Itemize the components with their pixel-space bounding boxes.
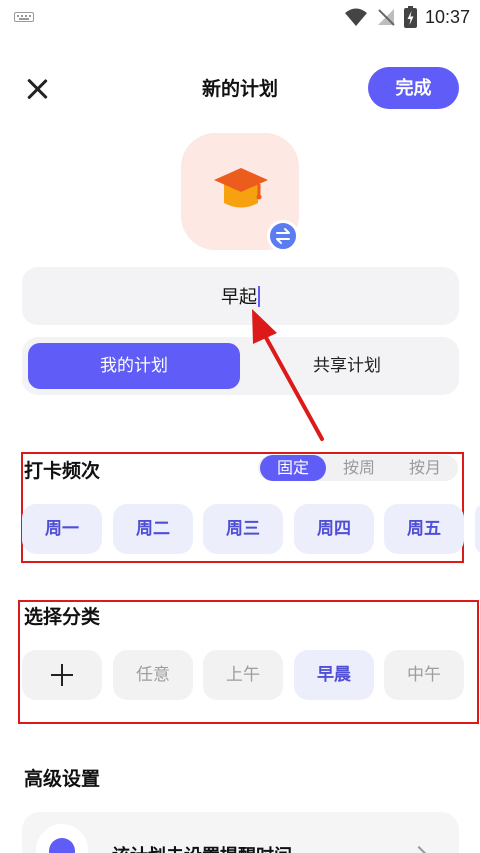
mode-monthly[interactable]: 按月	[392, 455, 458, 481]
chevron-right-icon	[411, 845, 427, 853]
day-chip-thu[interactable]: 周四	[294, 504, 374, 554]
day-chip-tue[interactable]: 周二	[113, 504, 193, 554]
advanced-title: 高级设置	[24, 768, 101, 790]
graduation-cap-icon	[214, 168, 268, 208]
status-icons: 10:37	[344, 5, 470, 29]
done-button[interactable]: 完成	[368, 67, 459, 109]
category-chip-noon[interactable]: 中午	[384, 650, 464, 700]
frequency-title: 打卡频次	[24, 460, 101, 482]
wifi-icon	[344, 8, 367, 26]
mode-weekly[interactable]: 按周	[326, 455, 392, 481]
screen: 10:37 新的计划 完成 早起 我的计划 共享计划 打卡频次 固定 按周 按月…	[0, 0, 480, 853]
day-chip-sat[interactable]	[475, 504, 480, 554]
reminder-label: 该计划未设置提醒时间	[112, 842, 292, 853]
category-title: 选择分类	[24, 606, 101, 628]
plus-icon	[51, 664, 73, 686]
category-chip-early-morning[interactable]: 早晨	[294, 650, 374, 700]
day-chip-mon[interactable]: 周一	[22, 504, 102, 554]
category-chip-morning[interactable]: 上午	[203, 650, 283, 700]
alarm-icon	[36, 824, 88, 853]
category-chip-any[interactable]: 任意	[113, 650, 193, 700]
keyboard-icon	[14, 12, 34, 22]
clock: 10:37	[424, 6, 470, 27]
battery-charging-icon	[403, 6, 417, 28]
swap-icon[interactable]	[267, 220, 299, 252]
reminder-setting-row[interactable]: 该计划未设置提醒时间	[22, 812, 459, 853]
status-bar: 10:37	[0, 0, 480, 34]
my-plan-tab[interactable]: 我的计划	[28, 343, 240, 389]
day-chip-fri[interactable]: 周五	[384, 504, 464, 554]
mode-fixed[interactable]: 固定	[260, 455, 326, 481]
frequency-mode-selector: 固定 按周 按月	[258, 455, 458, 481]
day-chip-wed[interactable]: 周三	[203, 504, 283, 554]
add-category-button[interactable]	[22, 650, 102, 700]
annotation-arrow	[252, 309, 324, 441]
no-signal-icon	[377, 9, 395, 26]
